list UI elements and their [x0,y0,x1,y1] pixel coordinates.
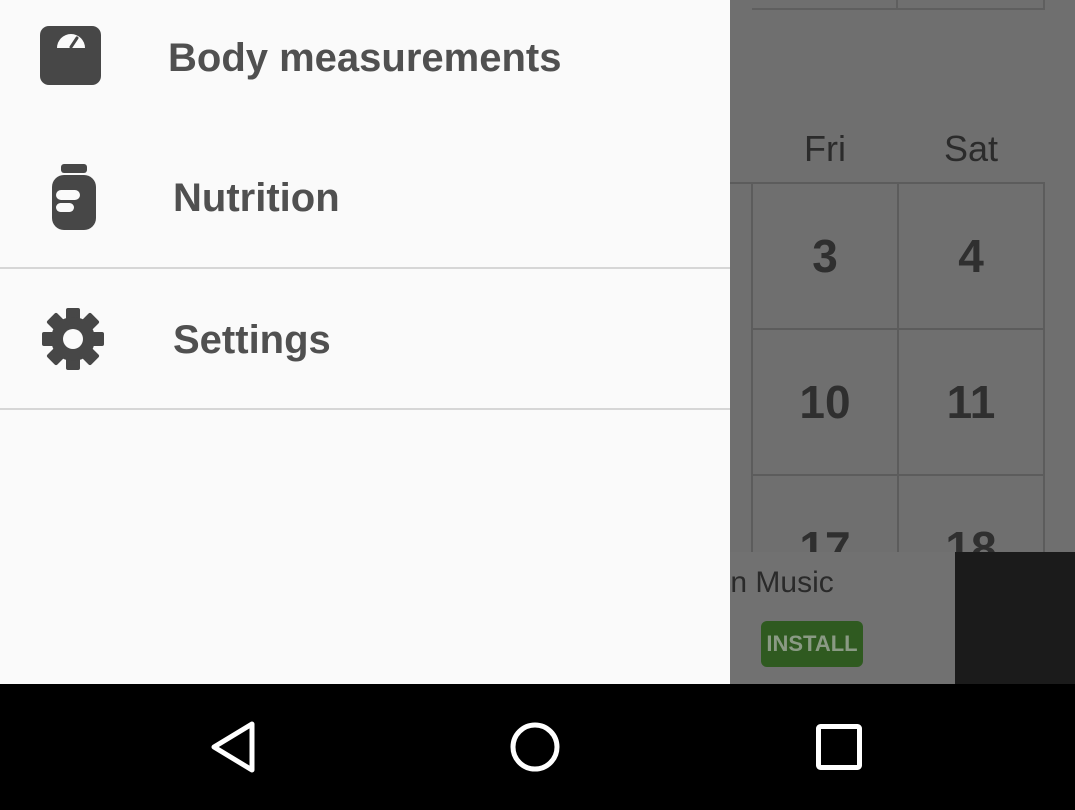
home-icon [508,720,562,779]
calendar-top-strip [752,0,898,10]
recents-button[interactable] [799,714,879,784]
day-header-fri: Fri [804,128,846,169]
drawer-item-body-measurements[interactable]: Body measurements [0,0,730,120]
recents-icon [815,723,863,776]
drawer-divider [0,408,730,410]
install-button[interactable]: INSTALL [761,621,863,667]
calendar-day-cell[interactable]: 10 [753,330,899,476]
system-navigation-bar [0,684,1075,810]
supplement-jar-icon [52,164,96,235]
day-header-sat: Sat [943,128,999,169]
gear-icon [42,308,104,375]
navigation-drawer: Body measurements Nutrition Settings [0,0,730,684]
calendar-day-cell[interactable]: 4 [899,184,1045,330]
drawer-item-label: Body measurements [168,36,562,80]
back-button[interactable] [193,714,273,784]
drawer-divider [0,267,730,269]
bathroom-scale-icon [40,26,102,91]
calendar-day-cell[interactable]: 11 [899,330,1045,476]
drawer-item-settings[interactable]: Settings [0,270,730,409]
drawer-item-label: Settings [173,318,331,362]
back-icon [208,720,258,779]
calendar-day-cell[interactable]: 3 [753,184,899,330]
drawer-item-nutrition[interactable]: Nutrition [0,126,730,268]
home-button[interactable] [495,714,575,784]
calendar-top-strip [898,0,1045,10]
drawer-item-label: Nutrition [173,176,340,220]
ad-image [955,552,1075,684]
